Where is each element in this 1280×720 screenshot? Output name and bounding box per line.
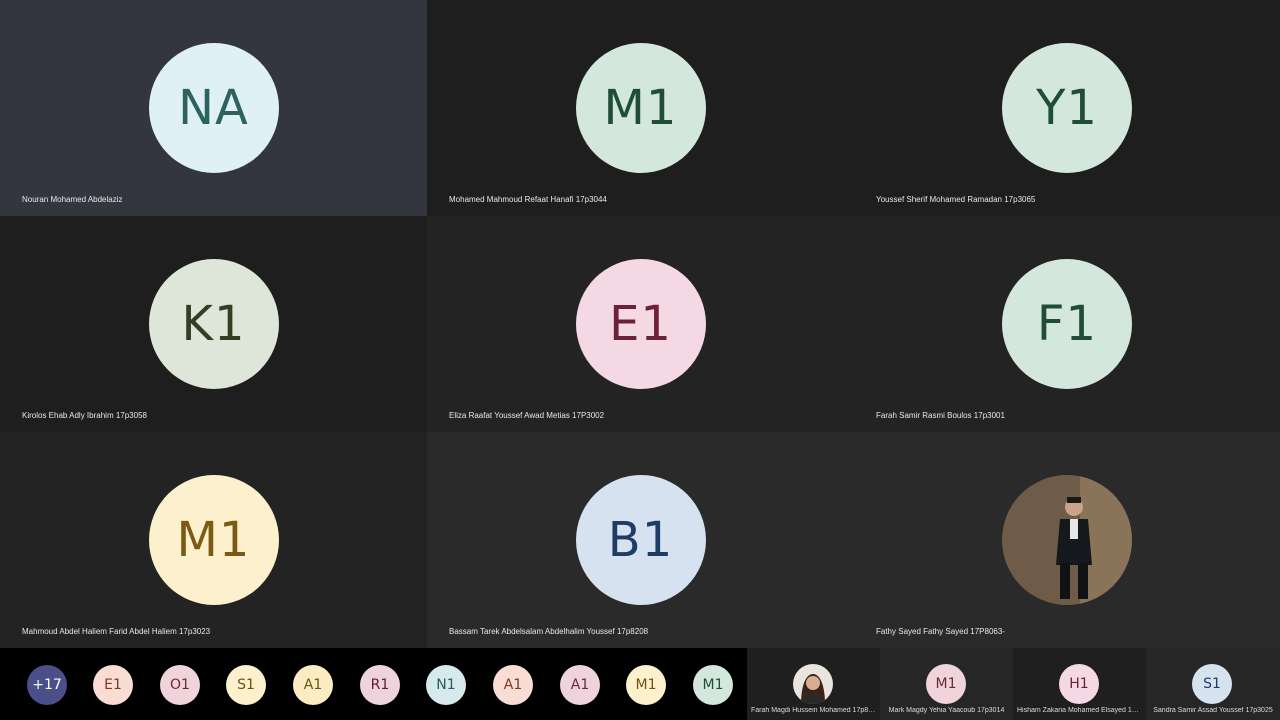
avatar: E1 [575,259,706,389]
participant-name: Fathy Sayed Fathy Sayed 17P8063- [876,627,1005,636]
participant-name: Kirolos Ehab Adly Ibrahim 17p3058 [22,411,147,420]
avatar: H1 [1059,664,1099,704]
participant-name: Hisham Zakaria Mohamed Elsayed 17p3040 [1017,707,1146,714]
participant-chip[interactable]: M1 [693,665,733,705]
participant-name: Nouran Mohamed Abdelaziz [22,195,123,204]
participant-tile[interactable]: K1 Kirolos Ehab Adly Ibrahim 17p3058 [0,216,427,432]
participant-chip-list: +17 E1 O1 S1 A1 R1 N1 A1 A1 M1 M1 [0,648,746,720]
mini-participant-tile[interactable]: Farah Magdi Hussein Mohamed 17p8157 [747,648,880,720]
participant-chip[interactable]: A1 [493,665,533,705]
participant-name: Sandra Samir Assad Youssef 17p3025 [1153,707,1273,714]
participant-chip[interactable]: O1 [160,665,200,705]
profile-photo-avatar [793,664,833,704]
participant-name: Farah Samir Rasmi Boulos 17p3001 [876,411,1005,420]
avatar: Y1 [1002,43,1132,173]
avatar: F1 [1002,259,1132,389]
participant-chip[interactable]: M1 [626,665,666,705]
person-photo-icon [793,664,833,704]
participant-name: Youssef Sherif Mohamed Ramadan 17p3065 [876,195,1036,204]
participant-name: Mahmoud Abdel Haliem Farid Abdel Haliem … [22,627,211,636]
avatar: K1 [148,259,279,389]
participant-tile[interactable]: E1 Eliza Raafat Youssef Awad Metias 17P3… [427,216,854,432]
participant-tile[interactable]: B1 Bassam Tarek Abdelsalam Abdelhalim Yo… [427,432,854,648]
participant-chip[interactable]: E1 [93,665,133,705]
participant-tile[interactable]: Y1 Youssef Sherif Mohamed Ramadan 17p306… [854,0,1280,216]
mini-participant-tile[interactable]: M1 Mark Magdy Yehia Yaacoub 17p3014 [880,648,1013,720]
participant-name: Farah Magdi Hussein Mohamed 17p8157 [751,707,880,714]
avatar: NA [148,43,279,173]
avatar: M1 [148,475,279,605]
avatar: B1 [575,475,706,605]
participant-tile[interactable]: Fathy Sayed Fathy Sayed 17P8063- [854,432,1280,648]
participant-tile[interactable]: M1 Mohamed Mahmoud Refaat Hanafi 17p3044 [427,0,854,216]
participant-name: Mohamed Mahmoud Refaat Hanafi 17p3044 [449,195,607,204]
person-photo-icon [1002,475,1132,605]
participant-chip[interactable]: A1 [560,665,600,705]
participant-name: Eliza Raafat Youssef Awad Metias 17P3002 [449,411,605,420]
participant-tray: +17 E1 O1 S1 A1 R1 N1 A1 A1 M1 M1 Farah … [0,648,1280,720]
participant-name: Mark Magdy Yehia Yaacoub 17p3014 [888,707,1005,714]
avatar: M1 [926,664,966,704]
participant-chip[interactable]: R1 [360,665,400,705]
participant-tile[interactable]: F1 Farah Samir Rasmi Boulos 17p3001 [854,216,1280,432]
participant-tile[interactable]: NA Nouran Mohamed Abdelaziz [0,0,427,216]
avatar: S1 [1192,664,1232,704]
participant-chip[interactable]: A1 [293,665,333,705]
avatar: M1 [575,43,706,173]
profile-photo-avatar [1002,475,1132,605]
mini-participant-tile[interactable]: S1 Sandra Samir Assad Youssef 17p3025 [1146,648,1280,720]
mini-participant-tile[interactable]: H1 Hisham Zakaria Mohamed Elsayed 17p304… [1013,648,1146,720]
participant-name: Bassam Tarek Abdelsalam Abdelhalim Youss… [449,627,649,636]
participant-chip[interactable]: N1 [426,665,466,705]
participant-tile[interactable]: M1 Mahmoud Abdel Haliem Farid Abdel Hali… [0,432,427,648]
participant-grid: NA Nouran Mohamed Abdelaziz M1 Mohamed M… [0,0,1280,648]
more-participants-button[interactable]: +17 [27,665,67,705]
participant-chip[interactable]: S1 [226,665,266,705]
